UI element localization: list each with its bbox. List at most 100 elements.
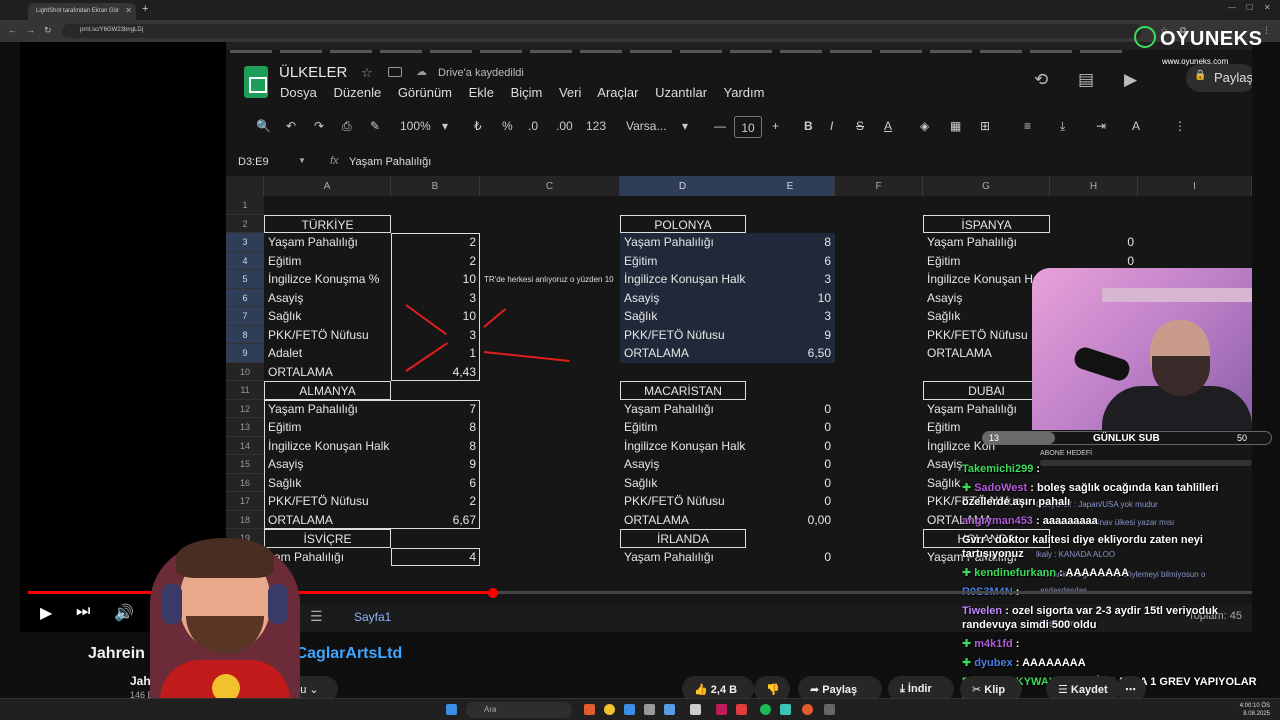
criteria-label: ORTALAMA xyxy=(927,346,992,360)
row-header: 2 xyxy=(226,214,264,233)
save-status: Drive'a kaydedildi xyxy=(438,67,524,79)
criteria-label: ORTALAMA xyxy=(624,346,689,360)
row-header: 7 xyxy=(226,307,264,326)
app-icon[interactable] xyxy=(824,704,835,715)
score-value: 9 xyxy=(824,327,831,342)
font-select: Varsa... xyxy=(626,119,667,133)
app-icon[interactable] xyxy=(716,704,727,715)
app-icon[interactable] xyxy=(664,704,675,715)
criteria-label: Yaşam Pahalılığı xyxy=(624,549,714,564)
merge-icon: ⊞ xyxy=(980,119,991,133)
app-icon[interactable] xyxy=(624,704,635,715)
sheets-logo-icon xyxy=(244,66,268,98)
score-value: 3 xyxy=(824,309,831,323)
cell-note: TR'de herkesi anlıyoruz o yüzden 10 xyxy=(484,275,614,284)
maximize-icon[interactable]: ☐ xyxy=(1246,3,1253,12)
score-value: 8 xyxy=(824,235,831,249)
history-icon: ⟲ xyxy=(1034,70,1049,89)
percent-icon: % xyxy=(502,119,513,133)
font-size-input: 10 xyxy=(734,116,762,138)
criteria-label: Yaşam Pahalılığı xyxy=(268,235,358,249)
criteria-label: Sağlık xyxy=(268,475,302,490)
column-header: F xyxy=(835,176,923,196)
webcam-overlay xyxy=(1032,268,1252,430)
sub-goal-bar: 13 GÜNLUK SUB 50 xyxy=(982,431,1272,445)
score-value: 0 xyxy=(1127,235,1134,249)
criteria-label: Adalet xyxy=(268,346,303,360)
country-title: TÜRKİYE xyxy=(264,214,391,233)
country-title: POLONYA xyxy=(620,214,746,233)
close-window-icon[interactable]: ✕ xyxy=(1264,3,1271,12)
criteria-label: PKK/FETÖ Nüfusu xyxy=(268,327,369,342)
text-color-icon: A xyxy=(884,119,893,133)
oyuneks-url: www.oyuneks.com xyxy=(1162,57,1229,66)
criteria-label: Sağlık xyxy=(624,309,658,323)
increase-font-icon: + xyxy=(772,119,780,133)
red-arrow-annotation xyxy=(483,308,507,328)
all-sheets-icon: ☰ xyxy=(310,608,323,624)
minimize-icon[interactable]: — xyxy=(1228,3,1236,12)
app-icon[interactable] xyxy=(780,704,791,715)
next-icon[interactable]: ⏭ xyxy=(76,603,90,621)
sub-badge-icon: ✚ xyxy=(962,638,972,650)
menu-icon[interactable]: ⋮ xyxy=(1262,25,1271,36)
menu-item: Düzenle xyxy=(333,85,382,100)
menu-item: Veri xyxy=(558,85,582,100)
chevron-down-icon: ▾ xyxy=(442,119,449,133)
chat-username: SadoWest xyxy=(974,482,1028,494)
share-icon: ➦ xyxy=(810,684,823,696)
name-box: D3:E9 xyxy=(238,156,269,168)
criteria-label: Eğitim xyxy=(624,420,658,434)
spotify-icon[interactable] xyxy=(760,704,771,715)
app-icon[interactable] xyxy=(690,704,701,715)
menu-item: Araçlar xyxy=(597,85,639,100)
system-clock: 4:00:10 ÖS 8.08.2025 xyxy=(1239,703,1270,717)
row-header: 9 xyxy=(226,344,264,363)
align-icon: ≡ xyxy=(1024,119,1032,133)
country-title: MACARİSTAN xyxy=(620,381,746,400)
italic-icon: I xyxy=(830,119,834,133)
url-input[interactable]: prnt.sc/Y6GW23bngLDj xyxy=(62,24,1142,38)
rotate-icon: A xyxy=(1132,119,1141,133)
forward-icon[interactable]: → xyxy=(26,25,35,35)
menu-item: Ekle xyxy=(468,85,494,100)
reload-icon[interactable]: ↻ xyxy=(44,25,52,36)
play-icon[interactable]: ▶ xyxy=(40,603,52,623)
score-value: 10 xyxy=(462,272,476,286)
strikethrough-icon: S xyxy=(856,119,865,133)
scissors-icon: ✂ xyxy=(972,684,985,696)
country-title: ALMANYA xyxy=(264,381,391,400)
app-icon[interactable] xyxy=(644,704,655,715)
chat-message: Gvrr : doktor kalitesi diye ekliyordu za… xyxy=(962,534,1203,560)
close-tab-icon[interactable]: ✕ xyxy=(125,6,132,15)
score-value: 4,43 xyxy=(452,364,476,379)
criteria-label: İngilizce Konuşan Halk xyxy=(268,438,390,453)
score-value: 8 xyxy=(469,420,476,434)
chrome-icon[interactable] xyxy=(604,704,615,715)
goal-current: 13 xyxy=(989,433,1000,443)
criteria-label: Sağlık xyxy=(927,309,961,323)
chat-username: m4k1fd xyxy=(974,638,1013,650)
scrubber-handle[interactable] xyxy=(488,588,498,598)
new-tab-icon[interactable]: + xyxy=(142,3,148,15)
app-icon[interactable] xyxy=(802,704,813,715)
search-menus-icon: 🔍 xyxy=(256,119,271,133)
undo-icon: ↶ xyxy=(286,119,297,133)
bold-icon: B xyxy=(804,119,813,133)
app-icon[interactable] xyxy=(584,704,595,715)
taskbar-search[interactable]: Ara xyxy=(466,702,572,718)
windows-start-icon[interactable] xyxy=(446,704,457,715)
volume-icon[interactable]: 🔊 xyxy=(114,603,134,623)
chat-message: ✚ kendinefurkann : AAAAAAAA xyxy=(962,567,1130,579)
currency-icon: ₺ xyxy=(474,119,482,133)
country-title: DUBAI xyxy=(923,381,1050,400)
app-icon[interactable] xyxy=(736,704,747,715)
browser-tab[interactable]: LightShot tarafından Ekran Gör ✕ xyxy=(28,3,136,20)
score-value: 2 xyxy=(469,253,476,268)
criteria-label: Asayiş xyxy=(927,290,963,305)
criteria-label: Asayiş xyxy=(624,457,660,471)
criteria-label: Eğitim xyxy=(268,420,302,434)
back-icon[interactable]: ← xyxy=(8,25,17,35)
goal-target: 50 xyxy=(1236,433,1247,443)
row-header: 4 xyxy=(226,251,264,270)
